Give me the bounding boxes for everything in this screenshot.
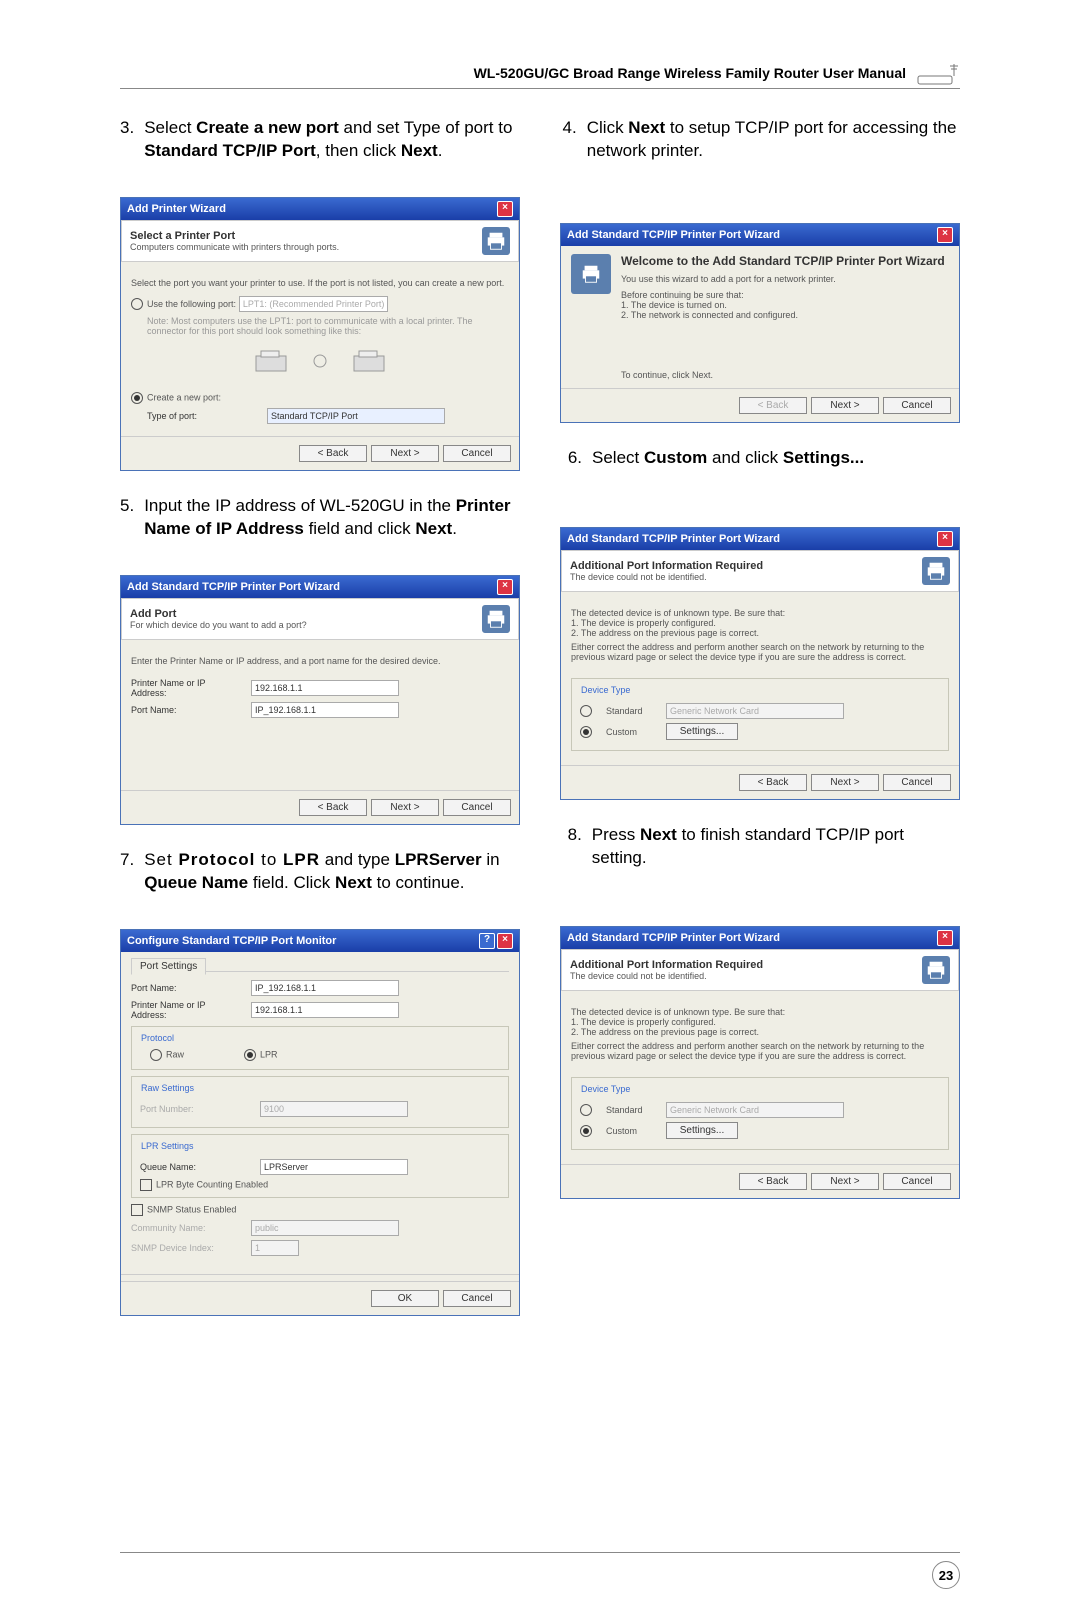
- window-title: Add Standard TCP/IP Printer Port Wizard: [567, 229, 780, 241]
- step-8: 8. Press Next to finish standard TCP/IP …: [560, 824, 960, 894]
- next-button[interactable]: Next >: [811, 1173, 879, 1190]
- settings-button[interactable]: Settings...: [666, 723, 738, 740]
- radio-custom[interactable]: [580, 1125, 592, 1137]
- checkbox-snmp[interactable]: [131, 1204, 143, 1216]
- port-name-input[interactable]: IP_192.168.1.1: [251, 980, 399, 996]
- router-icon: [916, 60, 960, 86]
- screenshot-configure-port-monitor: Configure Standard TCP/IP Port Monitor?×…: [120, 929, 520, 1316]
- step-3: 3. Select Create a new port and set Type…: [120, 117, 520, 187]
- settings-button[interactable]: Settings...: [666, 1122, 738, 1139]
- printer-icon: [482, 227, 510, 255]
- printer-icon: [922, 956, 950, 984]
- cancel-button[interactable]: Cancel: [883, 774, 951, 791]
- ok-button[interactable]: OK: [371, 1290, 439, 1307]
- radio-create-port[interactable]: [131, 392, 143, 404]
- back-button[interactable]: < Back: [739, 1173, 807, 1190]
- cancel-button[interactable]: Cancel: [443, 445, 511, 462]
- header-title: WL-520GU/GC Broad Range Wireless Family …: [474, 65, 906, 81]
- radio-lpr[interactable]: [244, 1049, 256, 1061]
- close-icon[interactable]: ×: [937, 930, 953, 946]
- screenshot-additional-port-info-8: Add Standard TCP/IP Printer Port Wizard ×…: [560, 926, 960, 1199]
- step-4: 4. Click Next to setup TCP/IP port for a…: [560, 117, 960, 187]
- type-of-port-select[interactable]: Standard TCP/IP Port: [267, 408, 445, 424]
- next-button[interactable]: Next >: [811, 397, 879, 414]
- screenshot-add-port: Add Standard TCP/IP Printer Port Wizard ×…: [120, 575, 520, 825]
- screenshot-tcpip-welcome: Add Standard TCP/IP Printer Port Wizard ×…: [560, 223, 960, 423]
- window-title: Add Standard TCP/IP Printer Port Wizard: [567, 533, 780, 545]
- footer-divider: [120, 1552, 960, 1553]
- printer-ip-input[interactable]: 192.168.1.1: [251, 680, 399, 696]
- close-icon[interactable]: ×: [497, 933, 513, 949]
- radio-custom[interactable]: [580, 726, 592, 738]
- radio-standard[interactable]: [580, 705, 592, 717]
- tab-port-settings[interactable]: Port Settings: [131, 958, 206, 975]
- next-button[interactable]: Next >: [811, 774, 879, 791]
- close-icon[interactable]: ×: [497, 579, 513, 595]
- step-5: 5. Input the IP address of WL-520GU in t…: [120, 495, 520, 565]
- cancel-button[interactable]: Cancel: [883, 1173, 951, 1190]
- screenshot-additional-port-info-6: Add Standard TCP/IP Printer Port Wizard ×…: [560, 527, 960, 800]
- port-connectors-illustration: [131, 336, 509, 386]
- checkbox-lpr-byte-counting[interactable]: [140, 1179, 152, 1191]
- cancel-button[interactable]: Cancel: [443, 799, 511, 816]
- close-icon[interactable]: ×: [497, 201, 513, 217]
- printer-icon: [571, 254, 611, 294]
- back-button[interactable]: < Back: [739, 774, 807, 791]
- radio-use-port[interactable]: [131, 298, 143, 310]
- cancel-button[interactable]: Cancel: [883, 397, 951, 414]
- back-button[interactable]: < Back: [299, 799, 367, 816]
- queue-name-input[interactable]: LPRServer: [260, 1159, 408, 1175]
- close-icon[interactable]: ×: [937, 531, 953, 547]
- help-icon[interactable]: ?: [479, 933, 495, 949]
- printer-icon: [482, 605, 510, 633]
- next-button[interactable]: Next >: [371, 799, 439, 816]
- window-title: Configure Standard TCP/IP Port Monitor: [127, 935, 336, 947]
- step-7: 7. Set Protocol to LPR and type LPRServe…: [120, 849, 520, 919]
- radio-standard[interactable]: [580, 1104, 592, 1116]
- back-button[interactable]: < Back: [299, 445, 367, 462]
- cancel-button[interactable]: Cancel: [443, 1290, 511, 1307]
- port-name-input[interactable]: IP_192.168.1.1: [251, 702, 399, 718]
- screenshot-add-printer-wizard: Add Printer Wizard× Select a Printer Por…: [120, 197, 520, 471]
- window-title: Add Standard TCP/IP Printer Port Wizard: [127, 581, 340, 593]
- printer-icon: [922, 557, 950, 585]
- window-title: Add Printer Wizard: [127, 203, 226, 215]
- page-number: 23: [932, 1561, 960, 1589]
- printer-ip-input[interactable]: 192.168.1.1: [251, 1002, 399, 1018]
- back-button: < Back: [739, 397, 807, 414]
- next-button[interactable]: Next >: [371, 445, 439, 462]
- radio-raw[interactable]: [150, 1049, 162, 1061]
- window-title: Add Standard TCP/IP Printer Port Wizard: [567, 932, 780, 944]
- step-6: 6. Select Custom and click Settings...: [560, 447, 960, 517]
- close-icon[interactable]: ×: [937, 227, 953, 243]
